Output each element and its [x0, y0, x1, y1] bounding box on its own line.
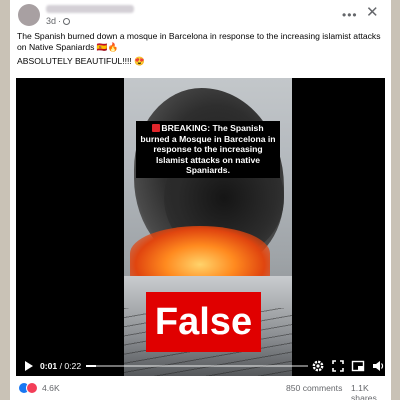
duration: 0:22 — [64, 361, 82, 371]
post-text: The Spanish burned down a mosque in Barc… — [17, 31, 387, 70]
post-text-line-1: The Spanish burned down a mosque in Barc… — [17, 31, 381, 52]
fire-flames — [130, 226, 270, 281]
shares-count[interactable]: 1.1K shares — [351, 383, 391, 400]
avatar[interactable] — [18, 4, 40, 26]
progress-fill — [86, 365, 96, 367]
author-name-blurred[interactable] — [46, 5, 134, 13]
post-footer: 4.6K 850 comments 1.1K shares — [10, 378, 391, 400]
play-icon[interactable] — [25, 361, 33, 371]
post-time[interactable]: 3d — [46, 16, 56, 26]
post-meta: 3d · — [46, 16, 71, 26]
video-time: 0:01 / 0:22 — [40, 361, 81, 371]
breaking-caption: BREAKING: The Spanish burned a Mosque in… — [136, 121, 280, 178]
comments-count[interactable]: 850 comments — [286, 383, 342, 393]
post-card: 3d · ••• ✕ The Spanish burned down a mos… — [10, 0, 391, 400]
close-icon[interactable]: ✕ — [366, 5, 379, 20]
breaking-caption-text: BREAKING: The Spanish burned a Mosque in… — [140, 123, 276, 175]
current-time: 0:01 — [40, 361, 58, 371]
love-reaction-icon[interactable] — [26, 382, 38, 394]
volume-icon[interactable] — [371, 359, 385, 373]
video-controls: 0:01 / 0:22 — [16, 356, 385, 376]
progress-scrubber[interactable] — [86, 365, 308, 367]
post-header: 3d · ••• ✕ — [10, 0, 391, 30]
meta-separator: · — [58, 16, 62, 26]
fullscreen-icon[interactable] — [331, 359, 345, 373]
more-icon[interactable]: ••• — [342, 8, 358, 22]
gear-icon[interactable] — [311, 359, 325, 373]
fact-check-false-badge: False — [146, 292, 261, 352]
picture-in-picture-icon[interactable] — [351, 359, 365, 373]
alert-icon — [152, 124, 161, 132]
reaction-count[interactable]: 4.6K — [42, 383, 60, 393]
post-text-line-2: ABSOLUTELY BEAUTIFUL!!!! 😍 — [17, 56, 145, 66]
video-player[interactable]: BREAKING: The Spanish burned a Mosque in… — [16, 78, 385, 376]
globe-icon — [63, 17, 71, 25]
